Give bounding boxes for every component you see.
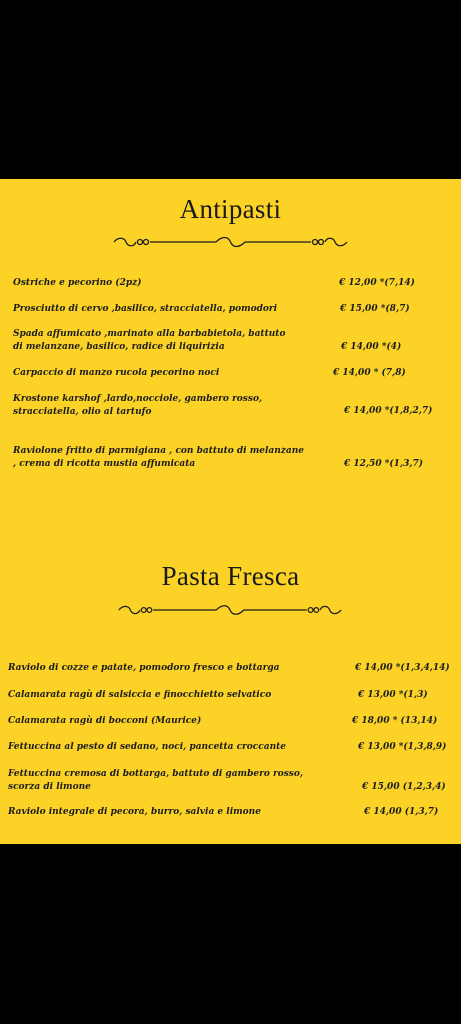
pasta-item-name: Raviolo di cozze e patate, pomodoro fres… [8,663,280,673]
pasta-item-name: Calamarata ragù di bocconi (Maurice) [8,716,202,726]
antipasti-item-price: € 14,00 *(4) [341,342,402,352]
pasta-item-name-line2: scorza di limone [8,782,91,792]
pasta-item-price: € 18,00 * (13,14) [352,716,438,726]
pasta-item-price: € 14,00 *(1,3,4,14) [355,663,450,673]
antipasti-item-name-line1: Krostone karshof ,lardo,nocciole, gamber… [13,394,263,404]
antipasti-item-name-line1: Raviolone fritto di parmigiana , con bat… [13,446,304,456]
pasta-item-price: € 13,00 *(1,3,8,9) [358,742,447,752]
antipasti-item-name-line2: , crema di ricotta mustia affumicata [13,459,196,469]
pasta-item-name: Fettuccina al pesto di sedano, noci, pan… [8,742,287,752]
antipasti-item-name-line2: stracciatella, olio al tartufo [13,407,152,417]
pasta-item-price: € 15,00 (1,2,3,4) [362,782,446,792]
pasta-item-name-line1: Fettuccina cremosa di bottarga, battuto … [8,769,303,779]
antipasti-item-price: € 15,00 *(8,7) [340,304,410,314]
antipasti-item-price: € 12,50 *(1,3,7) [344,459,423,469]
antipasti-item-price: € 14,00 * (7,8) [333,368,406,378]
antipasti-item-price: € 14,00 *(1,8,2,7) [344,406,433,416]
antipasti-item-name-line2: di melanzane, basilico, radice di liquir… [13,342,225,352]
antipasti-item-price: € 12,00 *(7,14) [339,278,415,288]
pasta-item-name: Calamarata ragù di salsiccia e finocchie… [8,690,272,700]
antipasti-item-name: Carpaccio di manzo rucola pecorino noci [13,368,220,378]
pasta-item-name: Raviolo integrale di pecora, burro, salv… [8,807,261,817]
antipasti-title: Antipasti [179,194,282,224]
ornamental-flourish-icon [118,605,342,615]
ornamental-flourish-icon [113,236,348,248]
pasta-fresca-title: Pasta Fresca [161,561,300,591]
antipasti-item-name: Ostriche e pecorino (2pz) [13,278,142,288]
pasta-item-price: € 14,00 (1,3,7) [364,807,439,817]
pasta-item-price: € 13,00 *(1,3) [358,690,428,700]
antipasti-item-name-line1: Spada affumicato ,marinato alla barbabie… [13,329,286,339]
antipasti-item-name: Prosciutto di cervo ,basilico, stracciat… [13,304,278,314]
